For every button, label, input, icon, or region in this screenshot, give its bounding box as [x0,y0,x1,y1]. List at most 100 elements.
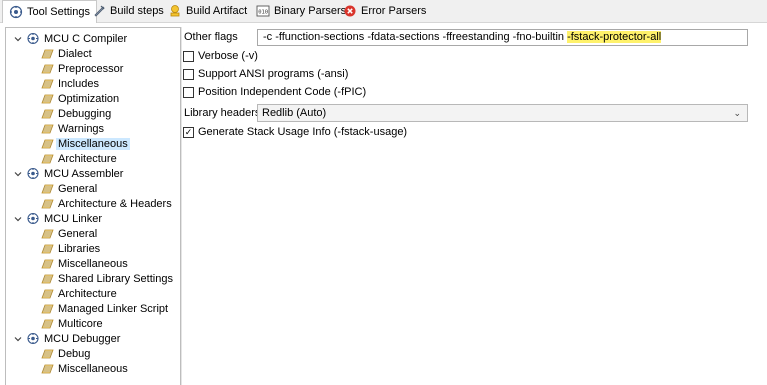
tree-item-label: Debugging [58,107,112,120]
tree-item-label: Architecture [58,287,117,300]
pic-checkbox[interactable] [183,86,194,98]
tree-item[interactable]: General [40,181,97,196]
tab-tool-settings[interactable]: Tool Settings [2,0,97,23]
library-headers-select[interactable]: Redlib (Auto) ⌄ [257,104,748,122]
tree-item[interactable]: Miscellaneous [40,361,128,376]
settings-page-icon [40,62,55,75]
tool-icon [26,167,41,180]
tree-item-label: Multicore [58,317,103,330]
tree-item-label: General [58,182,98,195]
tree-item[interactable]: Preprocessor [40,61,123,76]
settings-page-icon [40,77,55,90]
tree-item-label: Managed Linker Script [58,302,169,315]
tree-group-label: MCU C Compiler [44,32,128,45]
settings-page-icon [40,317,55,330]
verbose-checkbox[interactable] [183,50,194,62]
other-flags-highlighted-value: -fstack-protector-all [567,31,662,43]
tab-label: Tool Settings [27,6,90,18]
library-headers-label: Library headers [184,107,261,119]
ansi-option[interactable]: Support ANSI programs (-ansi) [183,67,348,81]
settings-page-icon [40,197,55,210]
tree-item[interactable]: Debugging [40,106,111,121]
tree-item[interactable]: Managed Linker Script [40,301,168,316]
tree-item-label: Shared Library Settings [58,272,173,285]
tab-label: Error Parsers [361,5,427,17]
tree-item[interactable]: Shared Library Settings [40,271,173,286]
tool-tree[interactable]: MCU C Compiler Dialect Preprocessor Include… [5,27,181,385]
tree-item-label: Miscellaneous [56,137,130,150]
tree-item[interactable]: Miscellaneous [40,136,130,151]
settings-page-icon [40,302,55,315]
tool-settings-icon [9,5,23,19]
other-flags-input[interactable]: -c -ffunction-sections -fdata-sections -… [257,29,748,46]
tab-bar: Tool Settings Build steps Build Artifact… [0,0,767,23]
tree-item[interactable]: Miscellaneous [40,256,128,271]
settings-page-icon [40,152,55,165]
library-headers-value: Redlib (Auto) [262,107,327,119]
tree-item-label: Preprocessor [58,62,124,75]
tree-group-label: MCU Debugger [44,332,121,345]
tree-item[interactable]: Warnings [40,121,104,136]
chevron-down-icon[interactable] [12,333,24,345]
build-steps-icon [92,4,106,18]
tree-item-label: Optimization [58,92,120,105]
tree-item[interactable]: Includes [40,76,99,91]
binary-parsers-icon: 010 [256,4,270,18]
tab-label: Binary Parsers [274,5,347,17]
tree-item[interactable]: Optimization [40,91,119,106]
tab-error-parsers[interactable]: Error Parsers [337,0,432,22]
panel-divider [181,27,182,385]
tree-item[interactable]: Libraries [40,241,100,256]
tree-item[interactable]: Architecture [40,151,117,166]
pic-label: Position Independent Code (-fPIC) [198,86,367,98]
tab-build-artifact[interactable]: Build Artifact [162,0,253,22]
tree-group[interactable]: MCU Assembler [12,166,123,181]
tree-item-label: Architecture [58,152,117,165]
settings-page-icon [40,137,55,150]
chevron-down-icon[interactable] [12,33,24,45]
tab-label: Build steps [110,5,164,17]
svg-text:010: 010 [258,10,268,16]
settings-page-icon [40,122,55,135]
tree-item[interactable]: Architecture [40,286,117,301]
settings-page-icon [40,107,55,120]
other-flags-value: -c -ffunction-sections -fdata-sections -… [263,31,568,43]
settings-page-icon [40,362,55,375]
tree-item-label: Libraries [58,242,101,255]
chevron-down-icon[interactable] [12,213,24,225]
tool-icon [26,212,41,225]
tree-item-label: Architecture & Headers [58,197,172,210]
tab-label: Build Artifact [186,5,248,17]
tree-item[interactable]: General [40,226,97,241]
tree-item-label: Miscellaneous [58,362,128,375]
ansi-checkbox[interactable] [183,68,194,80]
tree-item-label: Dialect [58,47,92,60]
stack-usage-option[interactable]: ✓ Generate Stack Usage Info (-fstack-usa… [183,125,407,139]
tab-build-steps[interactable]: Build steps [86,0,170,22]
tree-item-label: Debug [58,347,91,360]
tree-group[interactable]: MCU Debugger [12,331,120,346]
tree-item-label: General [58,227,98,240]
chevron-down-icon: ⌄ [733,108,741,118]
tree-item[interactable]: Dialect [40,46,92,61]
settings-page-icon [40,287,55,300]
settings-page-icon [40,347,55,360]
settings-page-icon [40,47,55,60]
chevron-down-icon[interactable] [12,168,24,180]
tree-item-label: Includes [58,77,99,90]
tree-group-label: MCU Assembler [44,167,124,180]
settings-page-icon [40,272,55,285]
stack-usage-checkbox[interactable]: ✓ [183,126,194,138]
tree-item[interactable]: Multicore [40,316,103,331]
settings-page-icon [40,182,55,195]
tree-item-label: Warnings [58,122,105,135]
tree-item[interactable]: Architecture & Headers [40,196,172,211]
tool-icon [26,332,41,345]
settings-page-icon [40,242,55,255]
verbose-option[interactable]: Verbose (-v) [183,49,258,63]
tree-item[interactable]: Debug [40,346,90,361]
pic-option[interactable]: Position Independent Code (-fPIC) [183,85,366,99]
tree-group[interactable]: MCU C Compiler [12,31,127,46]
settings-page-icon [40,92,55,105]
tree-group[interactable]: MCU Linker [12,211,102,226]
